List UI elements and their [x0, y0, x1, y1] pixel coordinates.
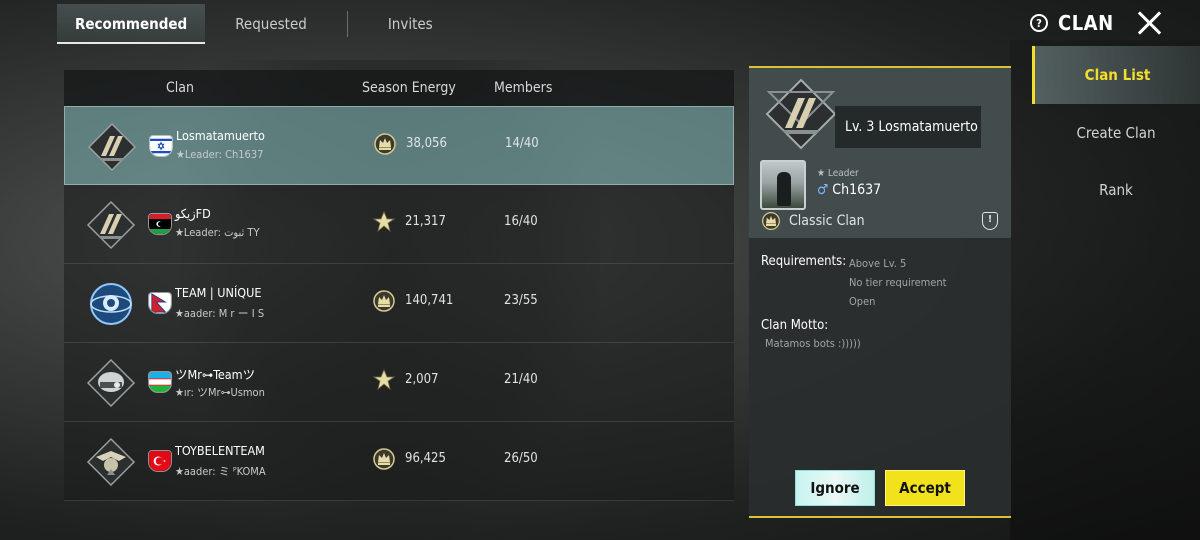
tab-recommended[interactable]: Recommended	[57, 4, 206, 44]
clan-name: Losmatamuerto	[176, 128, 265, 143]
leader-name-row: ♂ Ch1637	[817, 182, 881, 198]
column-season-energy: Season Energy	[362, 80, 456, 96]
requirements-list: Above Lv. 5 No tier requirement Open	[849, 254, 947, 311]
pyramid-emblem-icon	[87, 122, 137, 172]
clan-row[interactable]: TOYBELENTEAM ★aader: ミ ᴾKOMA 96,425 26/5…	[64, 422, 734, 501]
clan-leader: ★aader: ミ ᴾKOMA	[175, 465, 266, 478]
detail-header: Lv. 3 Losmatamuerto ★ Leader ♂ Ch1637 Cla…	[749, 68, 1011, 238]
column-clan: Clan	[166, 80, 194, 96]
close-icon[interactable]	[1136, 10, 1162, 36]
clan-name: TEAM | UNÍQUE	[175, 285, 262, 300]
detail-clan-title: Lv. 3 Losmatamuerto	[835, 106, 981, 148]
leader-name: Ch1637	[832, 182, 882, 198]
pyramid-emblem-icon	[765, 78, 837, 150]
tab-divider	[346, 11, 348, 37]
header-controls: ? CLAN	[1030, 6, 1162, 40]
flag-turkey-icon	[148, 450, 172, 472]
side-item-clan-list[interactable]: Clan List	[1032, 46, 1200, 104]
members-count: 16/40	[504, 214, 538, 229]
flag-nepal-icon	[148, 292, 172, 314]
season-energy-value: 140,741	[405, 293, 454, 308]
accept-button[interactable]: Accept	[885, 470, 965, 506]
tab-invites[interactable]: Invites	[370, 4, 451, 44]
list-header: Clan Season Energy Members	[64, 70, 734, 106]
energy-star-icon	[372, 210, 396, 233]
help-icon[interactable]: ?	[1030, 14, 1048, 32]
side-item-rank[interactable]: Rank	[1032, 161, 1200, 218]
requirements-label: Requirements:	[761, 254, 847, 269]
clan-row[interactable]: ツMr⊶Teamツ ★ır: ツMr⊶Usmon 2,007 21/40	[64, 343, 734, 422]
members-count: 21/40	[504, 372, 538, 387]
members-count: 23/55	[504, 293, 538, 308]
requirement-level: Above Lv. 5	[849, 257, 907, 270]
flag-israel-icon	[149, 135, 173, 157]
requirement-tier: No tier requirement	[849, 276, 947, 289]
tab-bar: Recommended Requested Invites	[57, 4, 451, 44]
clan-leader: ★Leader: Ch1637	[176, 148, 264, 161]
side-item-create-clan[interactable]: Create Clan	[1032, 104, 1200, 161]
motto-label: Clan Motto:	[761, 318, 829, 333]
clan-row[interactable]: TEAM | UNÍQUE ★aader: M r ー I S 140,741 …	[64, 264, 734, 343]
energy-crown-icon	[373, 290, 395, 312]
leader-label: ★ Leader	[817, 168, 859, 179]
clan-leader: ★aader: M r ー I S	[175, 307, 265, 320]
clan-type-crown-icon	[762, 212, 780, 230]
avatar-figure	[777, 172, 791, 206]
energy-crown-icon	[373, 448, 395, 470]
energy-crown-icon	[374, 133, 396, 155]
clan-row[interactable]: زيكوFD ★Leader: ثبوت TY 21,317 16/40	[64, 185, 734, 264]
season-energy-value: 21,317	[405, 214, 446, 229]
column-members: Members	[494, 80, 553, 96]
clan-row[interactable]: Losmatamuerto ★Leader: Ch1637 38,056 14/…	[64, 106, 734, 185]
flag-uzbekistan-icon	[148, 371, 172, 393]
side-menu: Clan List Create Clan Rank	[1032, 46, 1200, 218]
flag-libya-icon	[148, 213, 172, 235]
clan-name: زيكوFD	[175, 206, 211, 221]
avatar[interactable]	[760, 160, 806, 210]
page-title: CLAN	[1058, 11, 1114, 35]
members-count: 14/40	[505, 136, 539, 151]
clan-detail-panel: Lv. 3 Losmatamuerto ★ Leader ♂ Ch1637 Cla…	[749, 66, 1011, 518]
season-energy-value: 2,007	[405, 372, 439, 387]
report-shield-icon[interactable]: !	[982, 212, 998, 230]
season-energy-value: 96,425	[405, 451, 446, 466]
helmet-emblem-icon	[86, 358, 136, 408]
clan-type: Classic Clan	[789, 213, 865, 229]
male-icon: ♂	[817, 182, 829, 198]
eagle-emblem-icon	[86, 437, 136, 487]
winged-globe-emblem-icon	[90, 283, 132, 325]
season-energy-value: 38,056	[406, 136, 447, 151]
clan-name: TOYBELENTEAM	[175, 443, 265, 458]
energy-star-icon	[372, 368, 396, 391]
requirement-open: Open	[849, 295, 876, 308]
tab-requested[interactable]: Requested	[217, 4, 325, 44]
members-count: 26/50	[504, 451, 538, 466]
motto-text: Matamos bots :)))))	[765, 337, 861, 350]
ignore-button[interactable]: Ignore	[795, 470, 875, 506]
clan-leader: ★Leader: ثبوت TY	[175, 226, 260, 239]
clan-list: Clan Season Energy Members Losmatamuerto…	[64, 70, 734, 501]
clan-name: ツMr⊶Teamツ	[175, 367, 256, 382]
clan-leader: ★ır: ツMr⊶Usmon	[175, 386, 265, 399]
pyramid-emblem-icon	[86, 200, 136, 250]
